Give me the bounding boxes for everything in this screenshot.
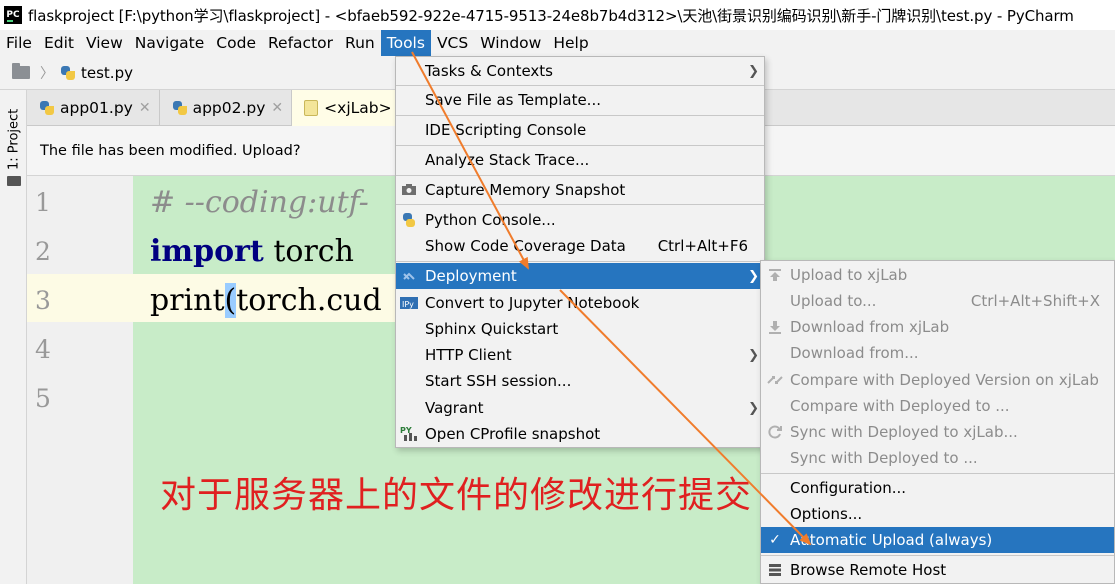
close-icon[interactable]: ✕	[271, 100, 283, 116]
python-file-icon	[39, 100, 55, 116]
python-icon	[400, 211, 418, 229]
menu-item-sync-deployed-xjlab[interactable]: Sync with Deployed to xjLab...	[761, 419, 1114, 445]
chevron-right-icon: ❯	[748, 400, 759, 416]
menu-item-download-from-xjlab[interactable]: Download from xjLab	[761, 314, 1114, 340]
folder-icon[interactable]	[12, 63, 30, 79]
title-bar: PC flaskproject [F:\python学习\flaskprojec…	[0, 0, 1115, 30]
menu-item-ide-scripting-console[interactable]: IDE Scripting Console	[396, 117, 764, 143]
menu-window[interactable]: Window	[474, 30, 547, 56]
menu-run[interactable]: Run	[339, 30, 381, 56]
menu-bar: File Edit View Navigate Code Refactor Ru…	[0, 30, 1115, 56]
tab-app01[interactable]: app01.py ✕	[27, 90, 160, 126]
line-number: 3	[35, 286, 51, 315]
line-number: 1	[35, 188, 51, 217]
jupyter-icon: IPy	[400, 294, 418, 312]
menu-separator	[396, 85, 764, 86]
chevron-right-icon: ❯	[748, 268, 759, 284]
chevron-right-icon: 〉	[40, 65, 54, 82]
menu-separator	[396, 115, 764, 116]
menu-refactor[interactable]: Refactor	[262, 30, 339, 56]
menu-vcs[interactable]: VCS	[431, 30, 474, 56]
remote-file-icon	[304, 100, 319, 116]
menu-tools[interactable]: Tools	[380, 30, 431, 56]
menu-item-download-from[interactable]: Download from...	[761, 340, 1114, 366]
menu-item-capture-memory-snapshot[interactable]: Capture Memory Snapshot	[396, 177, 764, 203]
menu-item-configuration[interactable]: Configuration...	[761, 475, 1114, 501]
svg-text:IPy: IPy	[402, 300, 414, 309]
menu-file[interactable]: File	[0, 30, 38, 56]
menu-item-show-coverage[interactable]: Show Code Coverage Data Ctrl+Alt+F6	[396, 233, 764, 259]
close-icon[interactable]: ✕	[139, 100, 151, 116]
menu-separator	[396, 175, 764, 176]
python-file-icon	[60, 65, 76, 81]
menu-item-open-cprofile[interactable]: PY Open CProfile snapshot	[396, 421, 764, 447]
tools-menu: Tasks & Contexts ❯ Save File as Template.…	[395, 56, 765, 448]
menu-separator	[396, 145, 764, 146]
window-title: flaskproject [F:\python学习\flaskproject] …	[28, 6, 1074, 25]
menu-item-sphinx-quickstart[interactable]: Sphinx Quickstart	[396, 316, 764, 342]
chevron-right-icon: ❯	[748, 63, 759, 79]
upload-icon	[767, 267, 783, 283]
menu-item-browse-remote-host[interactable]: Browse Remote Host	[761, 557, 1114, 583]
menu-code[interactable]: Code	[210, 30, 262, 56]
menu-item-options[interactable]: Options...	[761, 501, 1114, 527]
tab-app02[interactable]: app02.py ✕	[160, 90, 293, 126]
menu-item-upload-to-xjlab[interactable]: Upload to xjLab	[761, 262, 1114, 288]
deployment-icon	[400, 267, 418, 285]
line-number: 2	[35, 237, 51, 266]
code-line-2[interactable]: import torch	[150, 234, 354, 269]
folder-icon[interactable]	[7, 176, 21, 186]
menu-view[interactable]: View	[80, 30, 129, 56]
line-number: 4	[35, 335, 51, 364]
menu-item-upload-to[interactable]: Upload to... Ctrl+Alt+Shift+X	[761, 288, 1114, 314]
project-tool-button[interactable]: 1: Project	[4, 106, 24, 172]
menu-separator	[761, 555, 1114, 556]
line-number: 5	[35, 384, 51, 413]
tab-label: app01.py	[60, 99, 133, 117]
deployment-submenu: Upload to xjLab Upload to... Ctrl+Alt+Sh…	[760, 260, 1115, 584]
sync-icon	[767, 424, 783, 440]
annotation-text: 对于服务器上的文件的修改进行提交	[160, 475, 753, 516]
chevron-right-icon: ❯	[748, 347, 759, 363]
menu-item-deployment[interactable]: Deployment ❯	[396, 263, 764, 289]
tab-label: app02.py	[192, 99, 266, 117]
menu-separator	[761, 473, 1114, 474]
download-icon	[767, 319, 783, 335]
menu-item-analyze-stack-trace[interactable]: Analyze Stack Trace...	[396, 147, 764, 173]
menu-item-start-ssh[interactable]: Start SSH session...	[396, 368, 764, 394]
check-icon: ✓	[769, 532, 781, 548]
menu-edit[interactable]: Edit	[38, 30, 80, 56]
menu-navigate[interactable]: Navigate	[129, 30, 211, 56]
menu-item-convert-jupyter[interactable]: IPy Convert to Jupyter Notebook	[396, 290, 764, 316]
remote-host-icon	[767, 562, 783, 578]
menu-item-sync-deployed[interactable]: Sync with Deployed to ...	[761, 445, 1114, 471]
menu-separator	[396, 261, 764, 262]
menu-item-compare-deployed[interactable]: Compare with Deployed to ...	[761, 393, 1114, 419]
notification-text: The file has been modified. Upload?	[40, 142, 301, 159]
menu-item-vagrant[interactable]: Vagrant ❯	[396, 395, 764, 421]
code-line-3[interactable]: print(torch.cud	[150, 283, 382, 318]
compare-icon	[767, 372, 783, 388]
menu-item-python-console[interactable]: Python Console...	[396, 207, 764, 233]
python-file-icon	[172, 100, 188, 116]
breadcrumb-file[interactable]: test.py	[81, 64, 133, 82]
menu-help[interactable]: Help	[547, 30, 594, 56]
code-line-1[interactable]: # --coding:utf-	[150, 185, 369, 220]
menu-item-tasks-contexts[interactable]: Tasks & Contexts ❯	[396, 58, 764, 84]
menu-item-save-template[interactable]: Save File as Template...	[396, 87, 764, 113]
menu-separator	[396, 204, 764, 205]
memory-snapshot-icon	[400, 181, 418, 199]
cprofile-icon: PY	[400, 425, 418, 443]
menu-item-http-client[interactable]: HTTP Client ❯	[396, 342, 764, 368]
menu-item-automatic-upload[interactable]: ✓ Automatic Upload (always)	[761, 527, 1114, 553]
menu-item-compare-deployed-xjlab[interactable]: Compare with Deployed Version on xjLab	[761, 367, 1114, 393]
pycharm-logo-icon: PC	[4, 6, 22, 24]
